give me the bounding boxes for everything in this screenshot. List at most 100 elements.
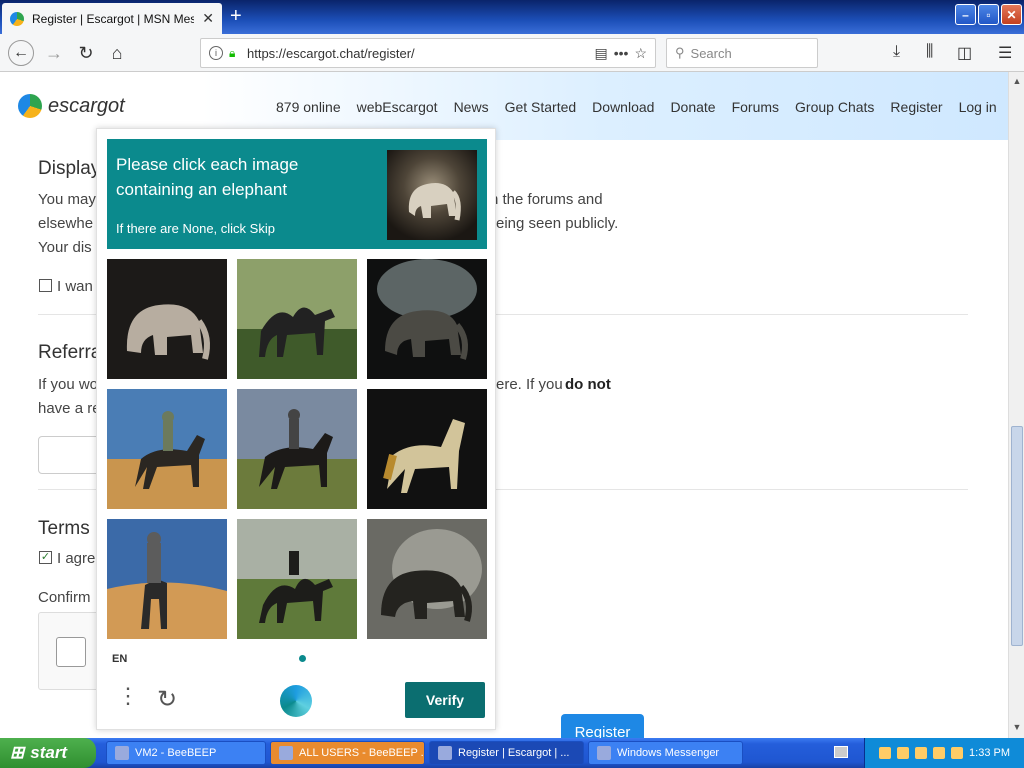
page-indicator-dot (299, 655, 306, 662)
challenge-prompt: Please click each image containing an el… (116, 155, 299, 199)
page-scrollbar[interactable]: ▲ ▼ (1008, 72, 1024, 738)
back-arrow-icon[interactable]: ← (8, 40, 34, 66)
close-tab-icon[interactable]: ✕ (202, 10, 214, 27)
search-placeholder: Search (690, 45, 732, 61)
nav-news[interactable]: News (454, 99, 489, 115)
hcaptcha-logo-icon[interactable] (280, 685, 312, 717)
sidebar-icon[interactable]: ◫ (957, 43, 972, 63)
display-checkbox[interactable] (39, 279, 52, 292)
clock: 1:33 PM (969, 747, 1010, 759)
info-icon[interactable]: i (209, 46, 223, 60)
nav-online-count[interactable]: 879 online (276, 99, 341, 115)
captcha-tile-8[interactable] (237, 519, 357, 639)
nav-download[interactable]: Download (592, 99, 654, 115)
taskbar-item-vm2-beebeep[interactable]: VM2 - BeeBEEP (106, 741, 266, 765)
nav-register[interactable]: Register (890, 99, 942, 115)
messenger-tray-icon[interactable] (933, 747, 946, 759)
display-text-1: You may (38, 191, 96, 208)
display-text-3: Your dis (38, 239, 92, 256)
register-button[interactable]: Register (561, 714, 644, 738)
taskbar-item-register-escargot[interactable]: Register | Escargot | ... (429, 741, 584, 765)
messenger-icon (597, 746, 611, 760)
minimize-button[interactable]: – (955, 4, 976, 25)
referral-heading: Referra (38, 342, 102, 363)
referral-text-1b: ere. If you (496, 376, 563, 393)
library-icon[interactable]: ⫼ (926, 43, 933, 61)
lock-icon: 🔒︎ (229, 46, 236, 60)
navigation-toolbar: ← → ↻ ⌂ i 🔒︎ https://escargot.chat/regis… (0, 34, 1024, 72)
site-nav: 879 online webEscargot News Get Started … (276, 99, 997, 115)
beebeep-icon (115, 746, 129, 760)
tab-title: Register | Escargot | MSN Messenger (32, 11, 195, 26)
search-input[interactable]: ⚲ Search (666, 38, 818, 68)
nav-group-chats[interactable]: Group Chats (795, 99, 874, 115)
hamburger-menu-icon[interactable]: ☰ (998, 43, 1012, 63)
reader-view-icon[interactable]: ▤ (594, 45, 607, 62)
challenge-subtext: If there are None, click Skip (116, 221, 275, 236)
shield-icon[interactable] (915, 747, 928, 759)
close-window-button[interactable]: ✕ (1001, 4, 1022, 25)
referral-text-2: have a re (38, 400, 101, 417)
new-tab-button[interactable]: + (230, 6, 242, 26)
example-image (387, 150, 477, 240)
display-text-2b: eing seen publicly. (496, 215, 619, 232)
captcha-tile-9[interactable] (367, 519, 487, 639)
page-actions-icon[interactable]: ••• (614, 45, 629, 61)
captcha-challenge: Please click each image containing an el… (96, 128, 496, 730)
nav-get-started[interactable]: Get Started (505, 99, 577, 115)
taskbar-item-all-users-beebeep[interactable]: ALL USERS - BeeBEEP ... (270, 741, 425, 765)
folder-icon[interactable] (897, 747, 910, 759)
captcha-checkbox[interactable] (56, 637, 86, 667)
display-checkbox-label: I wan (57, 278, 93, 295)
scroll-up-arrow-icon[interactable]: ▲ (1011, 76, 1023, 88)
web-page: escargot 879 online webEscargot News Get… (0, 72, 1008, 738)
reload-icon[interactable]: ↻ (75, 42, 97, 64)
start-button[interactable]: ⊞ start (0, 738, 96, 768)
captcha-tile-2[interactable] (237, 259, 357, 379)
url-text[interactable]: https://escargot.chat/register/ (247, 46, 588, 61)
captcha-tile-6[interactable] (367, 389, 487, 509)
bookmark-star-icon[interactable]: ☆ (634, 45, 647, 62)
terms-checkbox[interactable]: ✓ (39, 551, 52, 564)
start-label: start (30, 743, 68, 762)
taskbar: ⊞ start VM2 - BeeBEEP ALL USERS - BeeBEE… (0, 738, 1024, 768)
search-tray-icon[interactable] (951, 747, 964, 759)
search-icon: ⚲ (675, 45, 685, 60)
captcha-tile-3[interactable] (367, 259, 487, 379)
referral-text-bold: do not (565, 376, 611, 393)
nav-forums[interactable]: Forums (732, 99, 779, 115)
maximize-button[interactable]: ▫ (978, 4, 999, 25)
system-tray: 1:33 PM (864, 738, 1024, 768)
refresh-challenge-icon[interactable]: ↻ (157, 685, 177, 714)
nav-webescargot[interactable]: webEscargot (357, 99, 438, 115)
nav-log-in[interactable]: Log in (959, 99, 997, 115)
taskbar-item-label: Windows Messenger (617, 747, 720, 759)
captcha-tile-4[interactable] (107, 389, 227, 509)
home-icon[interactable]: ⌂ (106, 42, 128, 64)
taskbar-item-label: ALL USERS - BeeBEEP ... (299, 747, 425, 759)
browser-tab[interactable]: Register | Escargot | MSN Messenger ✕ (2, 3, 222, 34)
scroll-thumb[interactable] (1011, 426, 1023, 646)
more-options-icon[interactable]: ⋮ (117, 685, 139, 707)
display-heading: Display (38, 158, 101, 179)
verify-button[interactable]: Verify (405, 682, 485, 718)
network-icon[interactable] (879, 747, 892, 759)
captcha-tile-5[interactable] (237, 389, 357, 509)
captcha-tile-1[interactable] (107, 259, 227, 379)
escargot-logo-icon (18, 94, 42, 118)
download-icon[interactable]: ⤓ (893, 43, 900, 61)
language-selector[interactable]: EN (112, 653, 127, 665)
nav-donate[interactable]: Donate (670, 99, 715, 115)
scroll-down-arrow-icon[interactable]: ▼ (1011, 722, 1023, 734)
taskbar-item-label: Register | Escargot | ... (458, 747, 570, 759)
forward-arrow-icon[interactable]: → (43, 42, 65, 64)
challenge-header: Please click each image containing an el… (107, 139, 487, 249)
keyboard-icon[interactable] (834, 746, 848, 758)
escargot-favicon-icon (10, 11, 24, 26)
address-bar[interactable]: i 🔒︎ https://escargot.chat/register/ ▤ •… (200, 38, 656, 68)
taskbar-item-windows-messenger[interactable]: Windows Messenger (588, 741, 743, 765)
confirm-label: Confirm (38, 589, 91, 606)
captcha-tile-7[interactable] (107, 519, 227, 639)
taskbar-item-label: VM2 - BeeBEEP (135, 747, 217, 759)
site-logo[interactable]: escargot (18, 94, 125, 118)
